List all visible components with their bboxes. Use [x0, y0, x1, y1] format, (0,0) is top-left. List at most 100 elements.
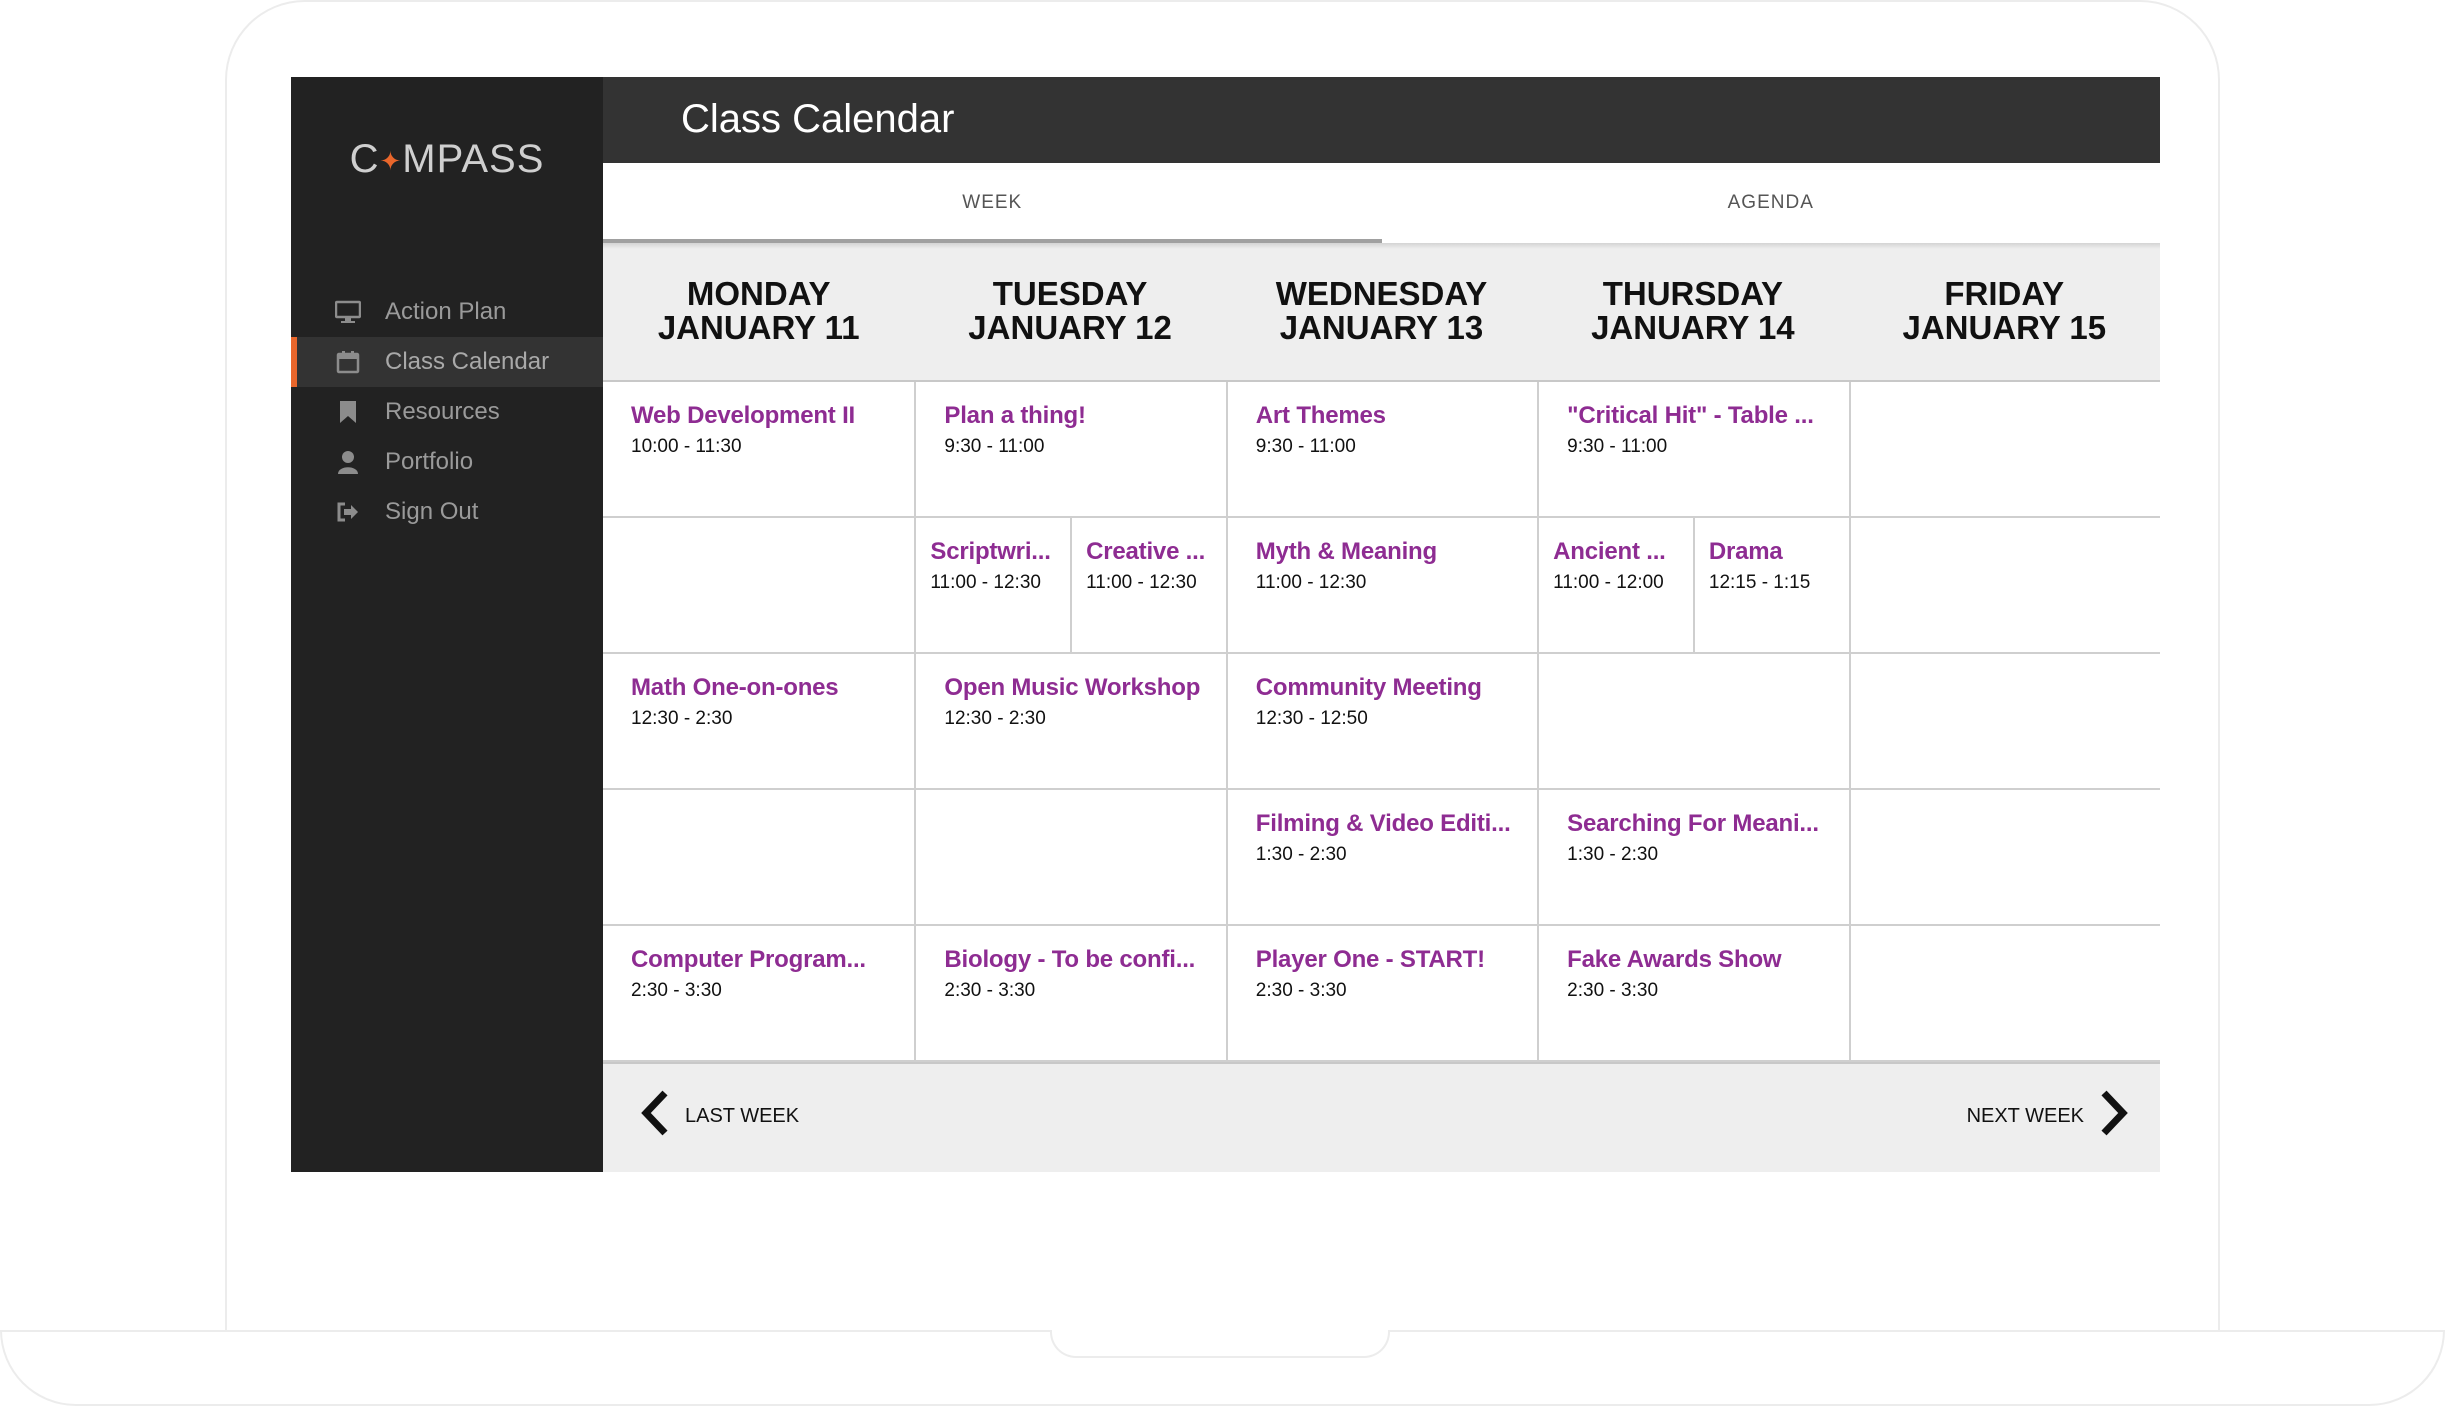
time-slot: Plan a thing! 9:30 - 11:00	[916, 382, 1226, 518]
event-card[interactable]: Player One - START! 2:30 - 3:30	[1228, 926, 1537, 1060]
time-slot-empty	[603, 790, 915, 926]
event-card[interactable]: Searching For Meani... 1:30 - 2:30	[1539, 790, 1848, 924]
last-week-button[interactable]: LAST WEEK	[639, 1086, 799, 1146]
event-title: Open Music Workshop	[944, 674, 1201, 701]
chevron-left-icon	[639, 1090, 669, 1142]
time-slot-empty	[1850, 790, 2160, 926]
view-tabs: WEEK AGENDA	[603, 163, 2160, 243]
event-card[interactable]: Computer Program... 2:30 - 3:30	[603, 926, 914, 1060]
day-header-friday: FRIDAY JANUARY 15	[1849, 247, 2160, 380]
day-column-tuesday: Plan a thing! 9:30 - 11:00 Scriptwri... 11…	[914, 382, 1226, 1062]
tab-agenda[interactable]: AGENDA	[1382, 163, 2161, 243]
event-time: 11:00 - 12:30	[930, 572, 1041, 593]
day-header-tuesday: TUESDAY JANUARY 12	[914, 247, 1225, 380]
event-title: "Critical Hit" - Table ...	[1567, 402, 1814, 429]
day-weekday: THURSDAY	[1602, 275, 1784, 312]
sidebar-item-sign-out[interactable]: Sign Out	[291, 487, 603, 537]
day-header-row: MONDAY JANUARY 11 TUESDAY JANUARY 12 WEDNE…	[603, 247, 2160, 382]
day-weekday: WEDNESDAY	[1275, 275, 1488, 312]
bookmark-icon	[335, 399, 361, 425]
event-time: 2:30 - 3:30	[631, 980, 722, 1001]
logo-text-left: C	[349, 137, 380, 181]
time-slot: Open Music Workshop 12:30 - 2:30	[916, 654, 1226, 790]
day-date: JANUARY 13	[1279, 309, 1484, 346]
tab-week[interactable]: WEEK	[603, 163, 1382, 243]
next-week-button[interactable]: NEXT WEEK	[1967, 1086, 2130, 1146]
event-title: Creative ...	[1086, 538, 1206, 565]
sign-out-icon	[335, 499, 361, 525]
event-card[interactable]: Ancient ... 11:00 - 12:00	[1539, 518, 1693, 652]
time-slot: Fake Awards Show 2:30 - 3:30	[1539, 926, 1849, 1062]
time-slot: Filming & Video Editi... 1:30 - 2:30	[1227, 790, 1538, 926]
app-screen: C✦MPASS Action Plan Class Calendar Resou…	[291, 77, 2160, 1172]
next-week-label: NEXT WEEK	[1966, 1104, 2084, 1127]
sidebar-item-label: Portfolio	[385, 448, 474, 475]
event-time: 9:30 - 11:00	[944, 436, 1045, 457]
event-card[interactable]: Myth & Meaning 11:00 - 12:30	[1228, 518, 1537, 652]
event-title: Biology - To be confi...	[944, 946, 1196, 973]
event-time: 12:15 - 1:15	[1708, 572, 1811, 593]
sidebar-item-label: Sign Out	[385, 498, 479, 525]
time-slot: Scriptwri... 11:00 - 12:30 Creative ... 11…	[916, 518, 1226, 654]
event-time: 1:30 - 2:30	[1255, 844, 1347, 865]
event-card[interactable]: Open Music Workshop 12:30 - 2:30	[916, 654, 1225, 788]
event-time: 9:30 - 11:00	[1255, 436, 1356, 457]
laptop-notch	[1050, 1330, 1390, 1358]
event-card[interactable]: Art Themes 9:30 - 11:00	[1228, 382, 1537, 516]
event-card[interactable]: Web Development II 10:00 - 11:30	[603, 382, 914, 516]
event-card[interactable]: Filming & Video Editi... 1:30 - 2:30	[1228, 790, 1537, 924]
day-weekday: FRIDAY	[1944, 275, 2065, 312]
time-slot-empty	[1850, 382, 2160, 518]
sidebar-item-class-calendar[interactable]: Class Calendar	[291, 337, 603, 387]
time-slot: Web Development II 10:00 - 11:30	[603, 382, 915, 518]
sidebar-item-portfolio[interactable]: Portfolio	[291, 437, 603, 487]
time-slot-empty	[1850, 654, 2160, 790]
day-date: JANUARY 14	[1591, 309, 1795, 346]
sidebar: C✦MPASS Action Plan Class Calendar Resou…	[291, 77, 603, 1172]
event-title: Myth & Meaning	[1255, 538, 1437, 565]
time-slot: Math One-on-ones 12:30 - 2:30	[603, 654, 915, 790]
event-time: 1:30 - 2:30	[1567, 844, 1659, 865]
event-card[interactable]: Plan a thing! 9:30 - 11:00	[916, 382, 1225, 516]
event-card[interactable]: Biology - To be confi... 2:30 - 3:30	[916, 926, 1225, 1060]
event-time: 2:30 - 3:30	[1255, 980, 1347, 1001]
sidebar-item-resources[interactable]: Resources	[291, 387, 603, 437]
day-header-thursday: THURSDAY JANUARY 14	[1537, 247, 1848, 380]
time-slot-empty	[916, 790, 1226, 926]
time-slot-empty	[603, 518, 915, 654]
sidebar-item-label: Resources	[385, 398, 500, 425]
time-slot: Player One - START! 2:30 - 3:30	[1227, 926, 1538, 1062]
event-time: 12:30 - 2:30	[631, 708, 733, 729]
event-time: 12:30 - 12:50	[1255, 708, 1368, 729]
user-icon	[335, 449, 361, 475]
event-title: Plan a thing!	[944, 402, 1086, 429]
event-title: Ancient ...	[1553, 538, 1666, 565]
event-card[interactable]: Community Meeting 12:30 - 12:50	[1228, 654, 1537, 788]
event-card[interactable]: Math One-on-ones 12:30 - 2:30	[603, 654, 914, 788]
event-title: Art Themes	[1255, 402, 1386, 429]
event-card[interactable]: Fake Awards Show 2:30 - 3:30	[1539, 926, 1848, 1060]
sidebar-item-label: Class Calendar	[385, 348, 550, 375]
event-card[interactable]: Creative ... 11:00 - 12:30	[1070, 518, 1226, 652]
event-title: Math One-on-ones	[631, 674, 839, 701]
event-time: 11:00 - 12:30	[1255, 572, 1367, 593]
day-column-friday	[1848, 382, 2160, 1062]
day-date: JANUARY 11	[657, 309, 860, 346]
event-title: Filming & Video Editi...	[1255, 810, 1511, 837]
event-time: 10:00 - 11:30	[631, 436, 742, 457]
time-slot: Computer Program... 2:30 - 3:30	[603, 926, 915, 1062]
time-slot: Community Meeting 12:30 - 12:50	[1227, 654, 1538, 790]
event-time: 9:30 - 11:00	[1567, 436, 1668, 457]
event-card[interactable]: "Critical Hit" - Table ... 9:30 - 11:00	[1539, 382, 1848, 516]
day-date: JANUARY 15	[1902, 309, 2107, 346]
event-card[interactable]: Drama 12:15 - 1:15	[1692, 518, 1849, 652]
time-slot: Ancient ... 11:00 - 12:00 Drama 12:15 - 1:…	[1539, 518, 1849, 654]
event-title: Web Development II	[631, 402, 856, 429]
compass-logo[interactable]: C✦MPASS	[291, 137, 603, 182]
calendar-icon	[335, 349, 361, 375]
time-slot: Searching For Meani... 1:30 - 2:30	[1539, 790, 1849, 926]
sidebar-item-action-plan[interactable]: Action Plan	[291, 287, 603, 337]
event-time: 11:00 - 12:30	[1086, 572, 1197, 593]
event-card[interactable]: Scriptwri... 11:00 - 12:30	[916, 518, 1070, 652]
monitor-icon	[335, 299, 361, 325]
